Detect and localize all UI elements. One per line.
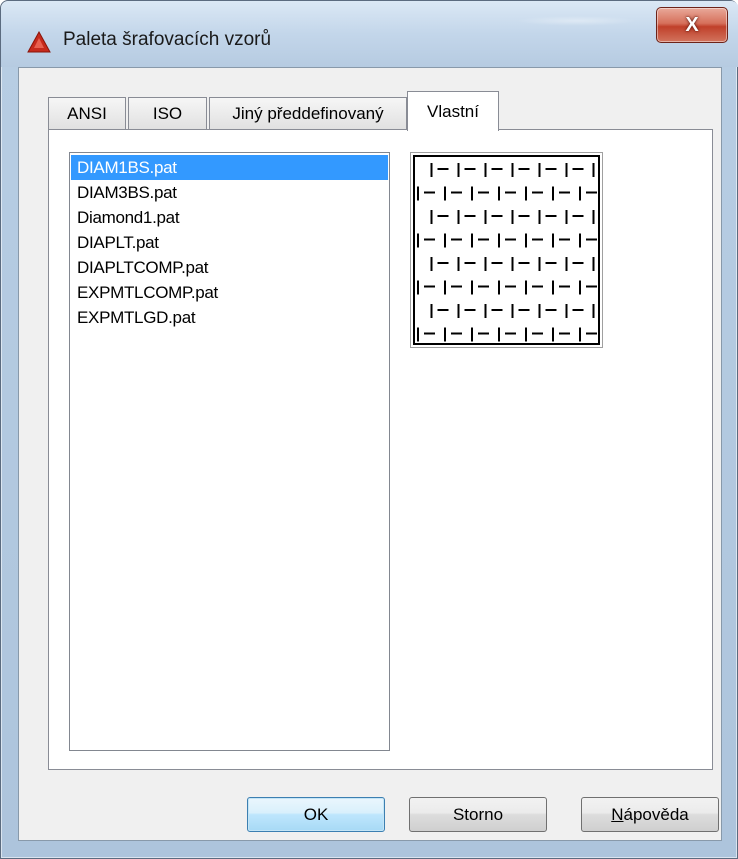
tab-iso[interactable]: ISO: [128, 97, 207, 129]
list-item[interactable]: DIAM1BS.pat: [71, 155, 388, 180]
pattern-preview: [410, 152, 603, 348]
cancel-label: Storno: [452, 804, 504, 824]
list-item[interactable]: EXPMTLCOMP.pat: [71, 280, 388, 305]
autocad-triangle-icon: [27, 31, 51, 53]
tab-other-predefined[interactable]: Jiný předdefinovaný: [209, 97, 407, 129]
cancel-button[interactable]: Storno: [409, 797, 547, 832]
help-label-rest: ápověda: [623, 804, 689, 824]
tab-label: Jiný předdefinovaný: [232, 103, 384, 123]
list-item[interactable]: DIAPLT.pat: [71, 230, 388, 255]
dialog-window: Paleta šrafovacích vzorů X ANSI ISO Jiný…: [0, 0, 738, 859]
tab-label: Vlastní: [427, 101, 479, 121]
help-label: Nápověda: [611, 805, 689, 825]
tab-label: ISO: [152, 103, 183, 123]
window-title: Paleta šrafovacích vzorů: [63, 29, 272, 50]
help-mnemonic: N: [611, 804, 624, 824]
list-item[interactable]: EXPMTLGD.pat: [71, 305, 388, 330]
list-item[interactable]: DIAM3BS.pat: [71, 180, 388, 205]
tab-custom[interactable]: Vlastní: [407, 91, 499, 131]
pattern-list[interactable]: DIAM1BS.pat DIAM3BS.pat Diamond1.pat DIA…: [69, 152, 390, 751]
ok-label: OK: [303, 804, 329, 824]
close-button[interactable]: X: [656, 7, 728, 43]
list-item[interactable]: DIAPLTCOMP.pat: [71, 255, 388, 280]
close-icon: X: [685, 13, 699, 36]
tab-label: ANSI: [67, 103, 107, 123]
list-item[interactable]: Diamond1.pat: [71, 205, 388, 230]
help-button[interactable]: Nápověda: [581, 797, 719, 832]
title-bar[interactable]: Paleta šrafovacích vzorů X: [1, 1, 738, 67]
ok-button[interactable]: OK: [247, 797, 385, 832]
tab-ansi[interactable]: ANSI: [48, 97, 126, 129]
hatch-pattern-swatch: [413, 155, 600, 345]
